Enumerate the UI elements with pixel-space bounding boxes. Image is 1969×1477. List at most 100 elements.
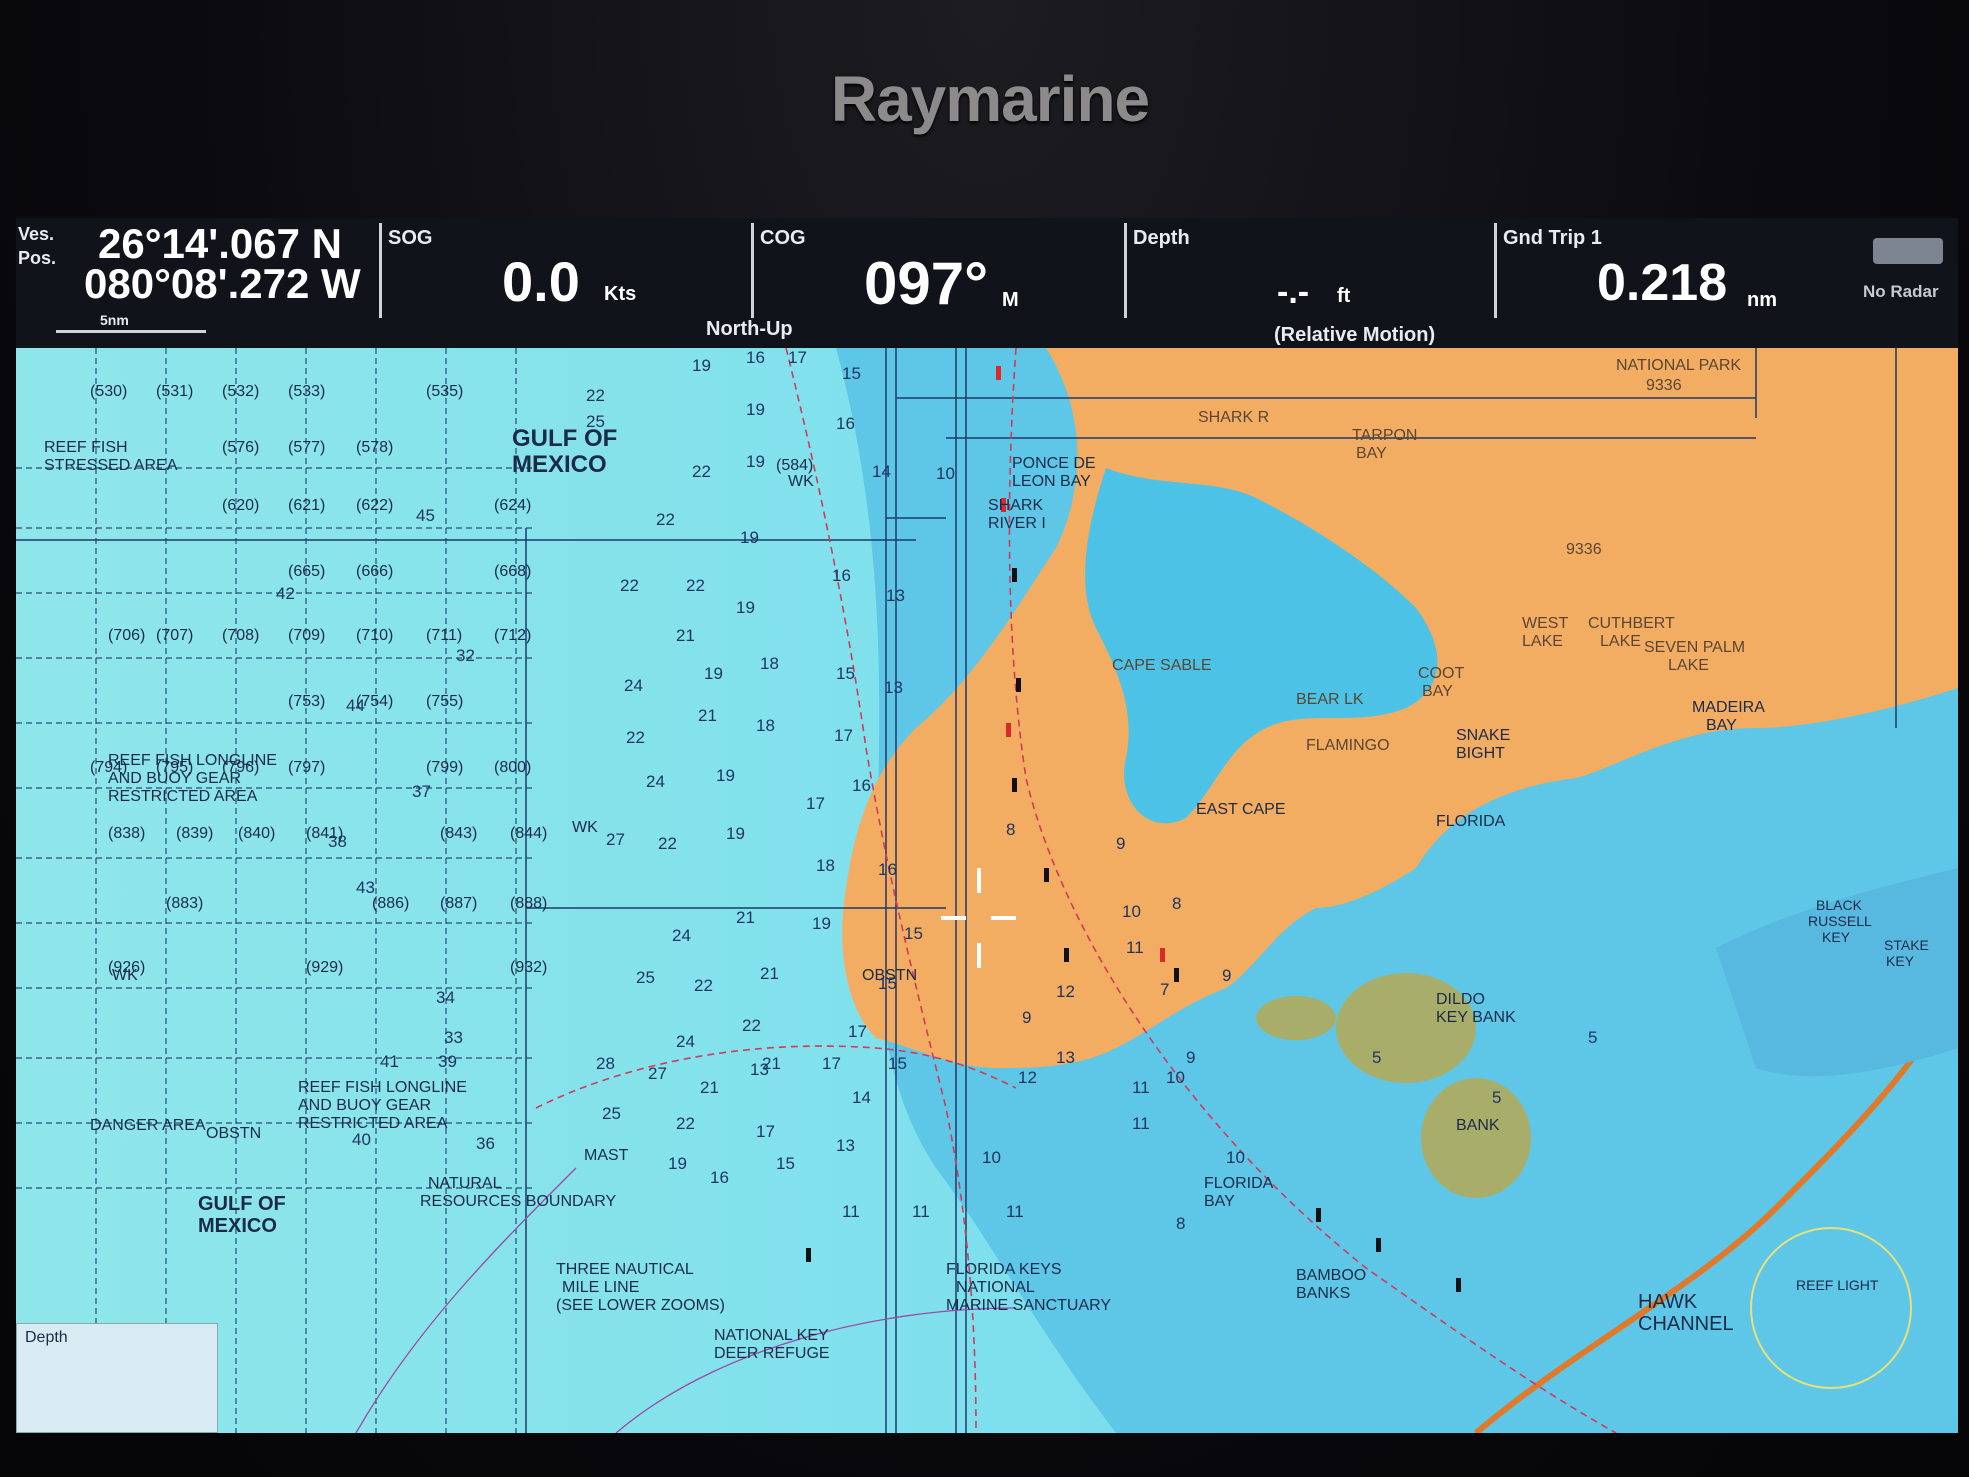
motion-mode-label[interactable]: (Relative Motion) (1274, 324, 1435, 347)
grid-block-label: (578) (356, 439, 394, 456)
place-label: EAST CAPE (1196, 801, 1286, 818)
area-label: MEXICO (198, 1215, 277, 1237)
place-label: FLORIDA (1436, 813, 1506, 830)
depth-sounding: 17 (834, 726, 853, 745)
place-label: 9336 (1566, 541, 1602, 558)
depth-sounding: 9 (1116, 834, 1126, 853)
grid-block-label: (883) (166, 895, 204, 912)
sog-cell[interactable]: SOG 0.0 Kts (379, 223, 742, 318)
depth-sounding: 10 (1226, 1148, 1245, 1167)
gnd-trip-cell[interactable]: Gnd Trip 1 0.218 nm (1494, 223, 1857, 318)
vessel-position-cell[interactable]: Ves. Pos. 26°14'.067 N 080°08'.272 W 5nm (16, 218, 376, 338)
depth-sounding: 21 (700, 1078, 719, 1097)
grid-block-label: (535) (426, 383, 464, 400)
place-label: BAMBOO (1296, 1267, 1367, 1284)
depth-sounding: 21 (736, 908, 755, 927)
grid-block-label: (800) (494, 759, 532, 776)
gnd-trip-label: Gnd Trip 1 (1503, 227, 1602, 249)
place-label: LAKE (1668, 657, 1709, 674)
place-label: HAWK (1638, 1291, 1698, 1313)
shoal-bank (1256, 996, 1336, 1040)
area-label: GULF OF (198, 1193, 286, 1215)
depth-sounding: 41 (380, 1052, 399, 1071)
area-label: FLORIDA KEYS (946, 1261, 1062, 1278)
depth-legend-box[interactable]: Depth (16, 1323, 218, 1433)
depth-sounding: 18 (756, 716, 775, 735)
depth-sounding: 17 (822, 1054, 841, 1073)
depth-sounding: 15 (836, 664, 855, 683)
depth-sounding: 5 (1372, 1048, 1382, 1067)
area-label: DANGER AREA (90, 1117, 206, 1134)
depth-value: -.- (1277, 273, 1310, 311)
depth-sounding: 11 (1132, 1078, 1150, 1097)
depth-sounding: 15 (878, 974, 897, 993)
depth-sounding: 21 (760, 964, 779, 983)
shoal-bank (1421, 1078, 1531, 1198)
depth-sounding: 17 (806, 794, 825, 813)
area-label: THREE NAUTICAL (556, 1261, 694, 1278)
depth-sounding: 17 (788, 348, 807, 367)
place-label: BAY (1422, 683, 1453, 700)
radar-icon (1873, 238, 1943, 264)
data-bar: Ves. Pos. 26°14'.067 N 080°08'.272 W 5nm… (16, 218, 1958, 348)
depth-sounding: 8 (1006, 820, 1016, 839)
radar-status[interactable]: No Radar (1861, 238, 1953, 318)
grid-block-label: (799) (426, 759, 464, 776)
depth-sounding: 11 (1006, 1202, 1024, 1221)
place-label: NATIONAL PARK (1616, 357, 1742, 374)
depth-sounding: 12 (1018, 1068, 1037, 1087)
depth-sounding: 8 (1172, 894, 1182, 913)
depth-sounding: 19 (746, 452, 765, 471)
grid-block-label: (666) (356, 563, 394, 580)
grid-block-label: (840) (238, 825, 276, 842)
depth-sounding: 9 (1186, 1048, 1196, 1067)
scale-label: 5nm (100, 312, 129, 328)
grid-block-label: (929) (306, 959, 344, 976)
depth-sounding: 24 (672, 926, 691, 945)
cog-value: 097° (864, 250, 989, 317)
place-label: CAPE SABLE (1112, 657, 1212, 674)
depth-sounding: 43 (356, 878, 375, 897)
depth-sounding: 16 (832, 566, 851, 585)
cog-cell[interactable]: COG 097° M (751, 223, 1114, 318)
depth-legend-label: Depth (25, 1329, 68, 1346)
depth-sounding: 13 (886, 586, 905, 605)
depth-sounding: 9 (1022, 1008, 1032, 1027)
cog-label: COG (760, 227, 806, 249)
orientation-label[interactable]: North-Up (706, 318, 793, 341)
place-label: LAKE (1600, 633, 1641, 650)
depth-sounding: 27 (606, 830, 625, 849)
grid-block-label: (838) (108, 825, 146, 842)
grid-block-label: (530) (90, 383, 128, 400)
depth-label: Depth (1133, 227, 1190, 249)
depth-sounding: 36 (476, 1134, 495, 1153)
nautical-chart[interactable]: GULF OF MEXICO SHARK R TARPON BAY PONCE … (16, 348, 1958, 1433)
depth-sounding: 12 (1056, 982, 1075, 1001)
area-label: STRESSED AREA (44, 457, 178, 474)
depth-sounding: 15 (776, 1154, 795, 1173)
depth-sounding: 19 (812, 914, 831, 933)
depth-sounding: 25 (602, 1104, 621, 1123)
depth-sounding: 5 (1588, 1028, 1598, 1047)
depth-sounding: 25 (636, 968, 655, 987)
place-label: CUTHBERT (1588, 615, 1675, 632)
place-label: BAY (1356, 445, 1387, 462)
area-label: NATIONAL KEY (714, 1327, 829, 1344)
grid-block-label: (710) (356, 627, 394, 644)
grid-block-label: (621) (288, 497, 326, 514)
depth-sounding: 15 (904, 924, 923, 943)
depth-sounding: 22 (626, 728, 645, 747)
depth-unit: ft (1337, 285, 1351, 307)
grid-block-label: (932) (510, 959, 548, 976)
grid-block-label: (797) (288, 759, 326, 776)
depth-sounding: 22 (656, 510, 675, 529)
depth-sounding: 13 (836, 1136, 855, 1155)
grid-block-label: (624) (494, 497, 532, 514)
place-label: FLAMINGO (1306, 737, 1390, 754)
depth-sounding: 10 (1166, 1068, 1185, 1087)
area-label: WK (788, 473, 814, 490)
grid-block-label: (839) (176, 825, 214, 842)
depth-cell[interactable]: Depth -.- ft (1124, 223, 1497, 318)
grid-block-label: (708) (222, 627, 260, 644)
shoal-bank (1336, 973, 1476, 1083)
